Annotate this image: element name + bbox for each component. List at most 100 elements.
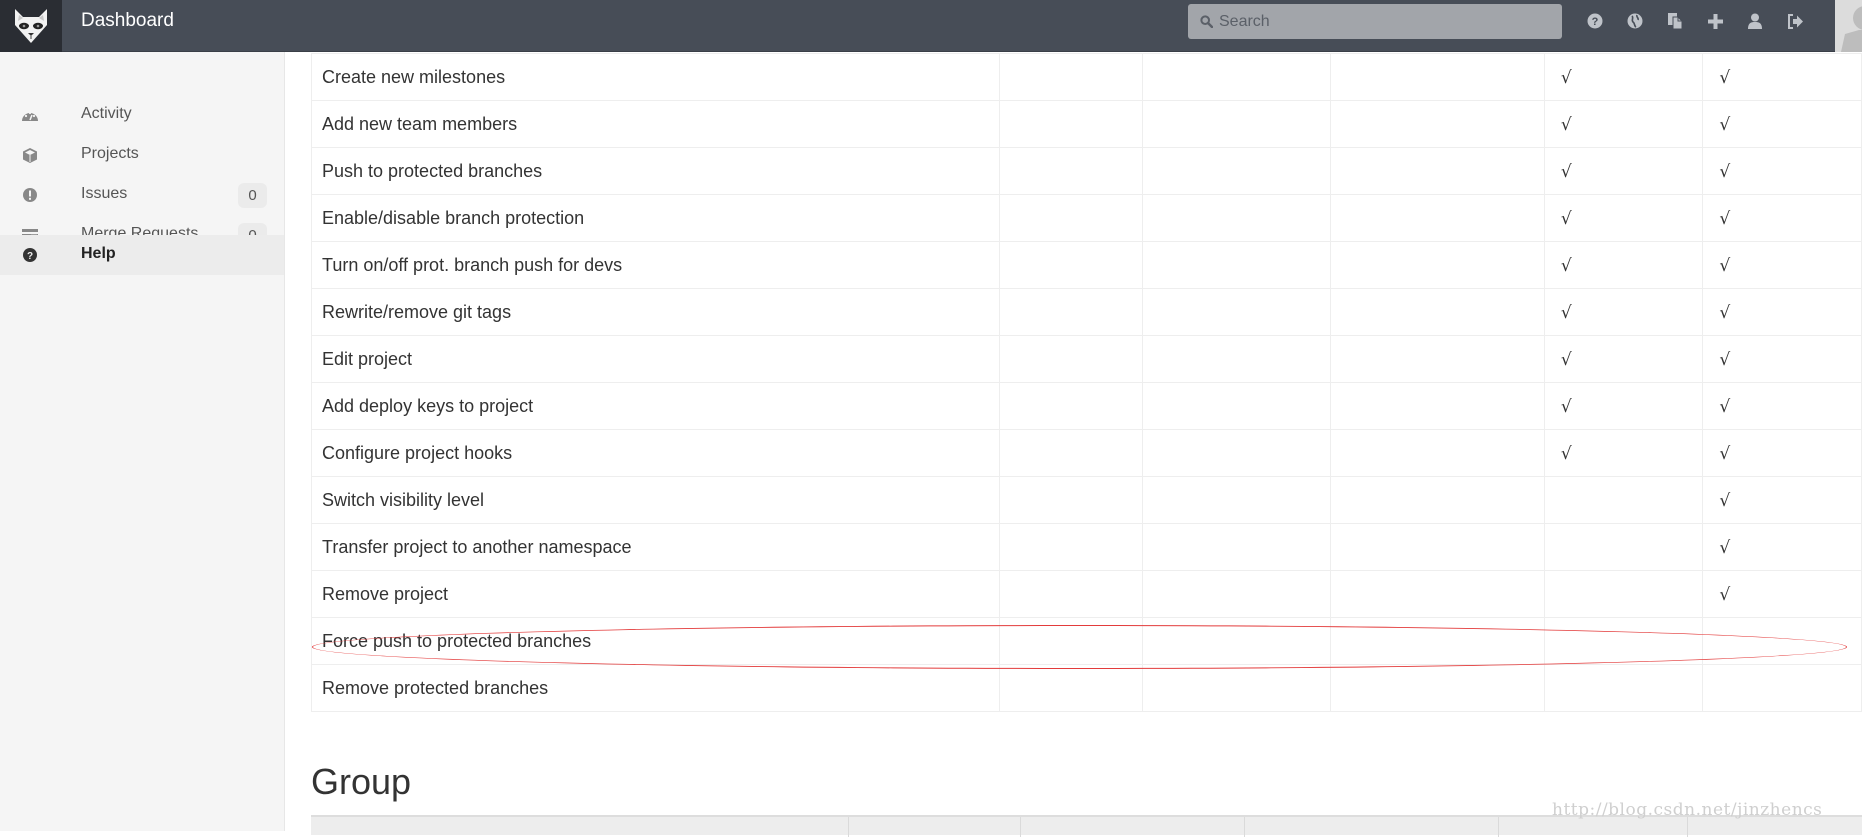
permission-cell [1330,147,1545,195]
permission-cell [1330,523,1545,571]
svg-text:?: ? [27,251,33,262]
checkmark-icon: √ [1560,443,1572,464]
permission-cell [1330,335,1545,383]
permission-cell: √ [1702,241,1862,289]
sidebar-item-help[interactable]: ? Help [0,235,284,275]
checkmark-icon: √ [1560,302,1572,323]
permission-cell [1330,241,1545,289]
permission-cell: √ [1702,570,1862,618]
permission-cell [1543,570,1704,618]
permission-cell [1702,617,1862,665]
checkmark-icon: √ [1719,443,1731,464]
permission-cell [1330,194,1545,242]
sidebar: Activity Projects Issues 0 Merge Request… [0,52,285,831]
permission-cell: √ [1702,288,1862,336]
snippets-icon[interactable] [1665,11,1685,31]
profile-user-icon[interactable] [1745,11,1765,31]
permissions-table: Create new milestones √ √ Add new team memb… [311,53,1862,712]
permission-cell [998,335,1144,383]
permission-cell [1330,617,1545,665]
table-row: Transfer project to another namespace √ [311,523,1862,571]
permission-cell: √ [1702,429,1862,477]
checkmark-icon: √ [1560,161,1572,182]
permission-cell [1543,523,1704,571]
permission-cell [998,382,1144,430]
table-row: Push to protected branches √ √ [311,147,1862,195]
action-cell: Enable/disable branch protection [311,194,1000,242]
top-navbar: Dashboard ? [0,0,1862,52]
action-cell: Push to protected branches [311,147,1000,195]
permission-cell [998,241,1144,289]
sidebar-item-projects[interactable]: Projects [0,135,284,175]
table-row: Add new team members √ √ [311,100,1862,148]
table-row: Remove protected branches [311,664,1862,712]
help-icon[interactable]: ? [1585,11,1605,31]
table-row: Add deploy keys to project √ √ [311,382,1862,430]
checkmark-icon: √ [1719,584,1731,605]
permission-cell [1330,570,1545,618]
checkmark-icon: √ [1719,67,1731,88]
checkmark-icon: √ [1719,208,1731,229]
action-cell: Edit project [311,335,1000,383]
checkmark-icon: √ [1560,396,1572,417]
search-input[interactable] [1219,12,1559,31]
question-circle-icon: ? [22,247,38,263]
permission-cell: √ [1543,382,1704,430]
permission-cell [1330,476,1545,524]
permission-cell: √ [1702,100,1862,148]
permission-cell: √ [1702,523,1862,571]
checkmark-icon: √ [1719,396,1731,417]
user-avatar[interactable] [1835,0,1862,52]
search-box[interactable] [1188,4,1562,39]
action-cell: Switch visibility level [311,476,1000,524]
watermark-text: http://blog.csdn.net/jinzhencs [1552,800,1823,820]
checkmark-icon: √ [1719,537,1731,558]
permission-cell [998,53,1144,101]
dashboard-gauge-icon [22,107,38,123]
sidebar-item-label: Help [81,245,116,262]
table-column-divider [1020,817,1021,837]
app-title[interactable]: Dashboard [81,10,174,32]
action-cell: Create new milestones [311,53,1000,101]
permission-cell [1330,429,1545,477]
permission-cell [1330,53,1545,101]
permission-cell: √ [1543,53,1704,101]
table-row: Rewrite/remove git tags √ √ [311,288,1862,336]
gitlab-logo[interactable] [0,0,62,52]
sidebar-item-issues[interactable]: Issues 0 [0,175,284,215]
action-cell: Rewrite/remove git tags [311,288,1000,336]
permission-cell [1142,382,1332,430]
table-row: Remove project √ [311,570,1862,618]
table-row: Configure project hooks √ √ [311,429,1862,477]
permission-cell [1142,429,1332,477]
sign-out-icon[interactable] [1785,11,1805,31]
sidebar-item-activity[interactable]: Activity [0,95,284,135]
table-row: Switch visibility level √ [311,476,1862,524]
table-column-divider [848,817,849,837]
permission-cell [998,476,1144,524]
exclamation-circle-icon [22,187,38,203]
explore-globe-icon[interactable] [1625,11,1645,31]
permission-cell [1543,664,1704,712]
table-column-divider [1687,817,1688,837]
permission-cell [1142,617,1332,665]
search-icon [1200,15,1213,28]
action-cell: Remove protected branches [311,664,1000,712]
checkmark-icon: √ [1560,208,1572,229]
permission-cell [998,100,1144,148]
svg-text:?: ? [1592,16,1599,28]
table-row: Turn on/off prot. branch push for devs √ √ [311,241,1862,289]
action-cell: Configure project hooks [311,429,1000,477]
permission-cell: √ [1543,288,1704,336]
action-cell: Force push to protected branches [311,617,1000,665]
permission-cell: √ [1543,429,1704,477]
cube-icon [22,147,38,163]
table-column-divider [1498,817,1499,837]
new-project-plus-icon[interactable] [1705,11,1725,31]
sidebar-item-label: Issues [81,185,128,202]
permission-cell [998,288,1144,336]
permission-cell [1330,382,1545,430]
permission-cell: √ [1543,241,1704,289]
permission-cell [1142,194,1332,242]
permission-cell [998,617,1144,665]
